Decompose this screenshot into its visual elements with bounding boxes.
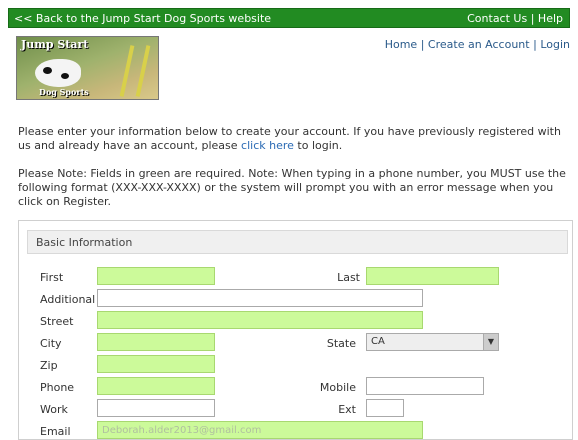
- phone-input[interactable]: [97, 377, 215, 395]
- additional-label: Additional: [40, 293, 96, 306]
- logo-dog-image: [35, 59, 81, 87]
- mobile-input[interactable]: [366, 377, 484, 395]
- separator: |: [533, 38, 537, 51]
- last-name-label: Last: [337, 271, 360, 284]
- street-input[interactable]: [97, 311, 423, 329]
- chevron-down-icon: ▼: [483, 334, 498, 350]
- first-name-input[interactable]: [97, 267, 215, 285]
- logo-top-text: Jump Start: [21, 38, 89, 51]
- city-input[interactable]: [97, 333, 215, 351]
- email-input[interactable]: [97, 421, 423, 439]
- last-name-input[interactable]: [366, 267, 499, 285]
- state-select[interactable]: CA ▼: [366, 333, 499, 351]
- first-name-label: First: [40, 271, 64, 284]
- click-here-login-link[interactable]: click here: [241, 139, 294, 152]
- work-label: Work: [40, 403, 68, 416]
- state-label: State: [326, 337, 356, 350]
- logo-bottom-text: Dog Sports: [39, 87, 89, 97]
- work-input[interactable]: [97, 399, 215, 417]
- state-selected-value: CA: [371, 336, 385, 347]
- section-title: Basic Information: [36, 236, 133, 249]
- logo-pole: [135, 45, 151, 97]
- account-nav: Home | Create an Account | Login: [385, 38, 570, 51]
- mobile-label: Mobile: [319, 381, 356, 394]
- ext-label: Ext: [338, 403, 356, 416]
- home-link[interactable]: Home: [385, 38, 417, 51]
- contact-us-link[interactable]: Contact Us: [467, 12, 527, 25]
- separator: |: [420, 38, 425, 51]
- logo-dog-spot: [61, 73, 69, 79]
- zip-input[interactable]: [97, 355, 215, 373]
- basic-information-panel: Basic Information First Last Additional …: [18, 220, 573, 440]
- intro-paragraph: Please enter your information below to c…: [18, 125, 566, 153]
- logo-dog-spot: [43, 67, 52, 74]
- section-header: Basic Information: [27, 230, 568, 254]
- separator: |: [530, 12, 535, 25]
- street-label: Street: [40, 315, 74, 328]
- ext-input[interactable]: [366, 399, 404, 417]
- create-account-link[interactable]: Create an Account: [428, 38, 530, 51]
- login-link[interactable]: Login: [540, 38, 570, 51]
- city-label: City: [40, 337, 62, 350]
- logo-pole: [119, 45, 135, 97]
- phone-label: Phone: [40, 381, 75, 394]
- intro-text-end: to login.: [293, 139, 343, 152]
- required-fields-note: Please Note: Fields in green are require…: [18, 167, 566, 208]
- back-to-website-link[interactable]: << Back to the Jump Start Dog Sports web…: [14, 12, 271, 25]
- top-nav-bar: << Back to the Jump Start Dog Sports web…: [8, 8, 570, 28]
- jump-start-logo[interactable]: Jump Start Dog Sports: [16, 36, 159, 100]
- zip-label: Zip: [40, 359, 58, 372]
- email-label: Email: [40, 425, 71, 438]
- additional-input[interactable]: [97, 289, 423, 307]
- top-right-links: Contact Us | Help: [467, 12, 563, 25]
- help-link[interactable]: Help: [538, 12, 563, 25]
